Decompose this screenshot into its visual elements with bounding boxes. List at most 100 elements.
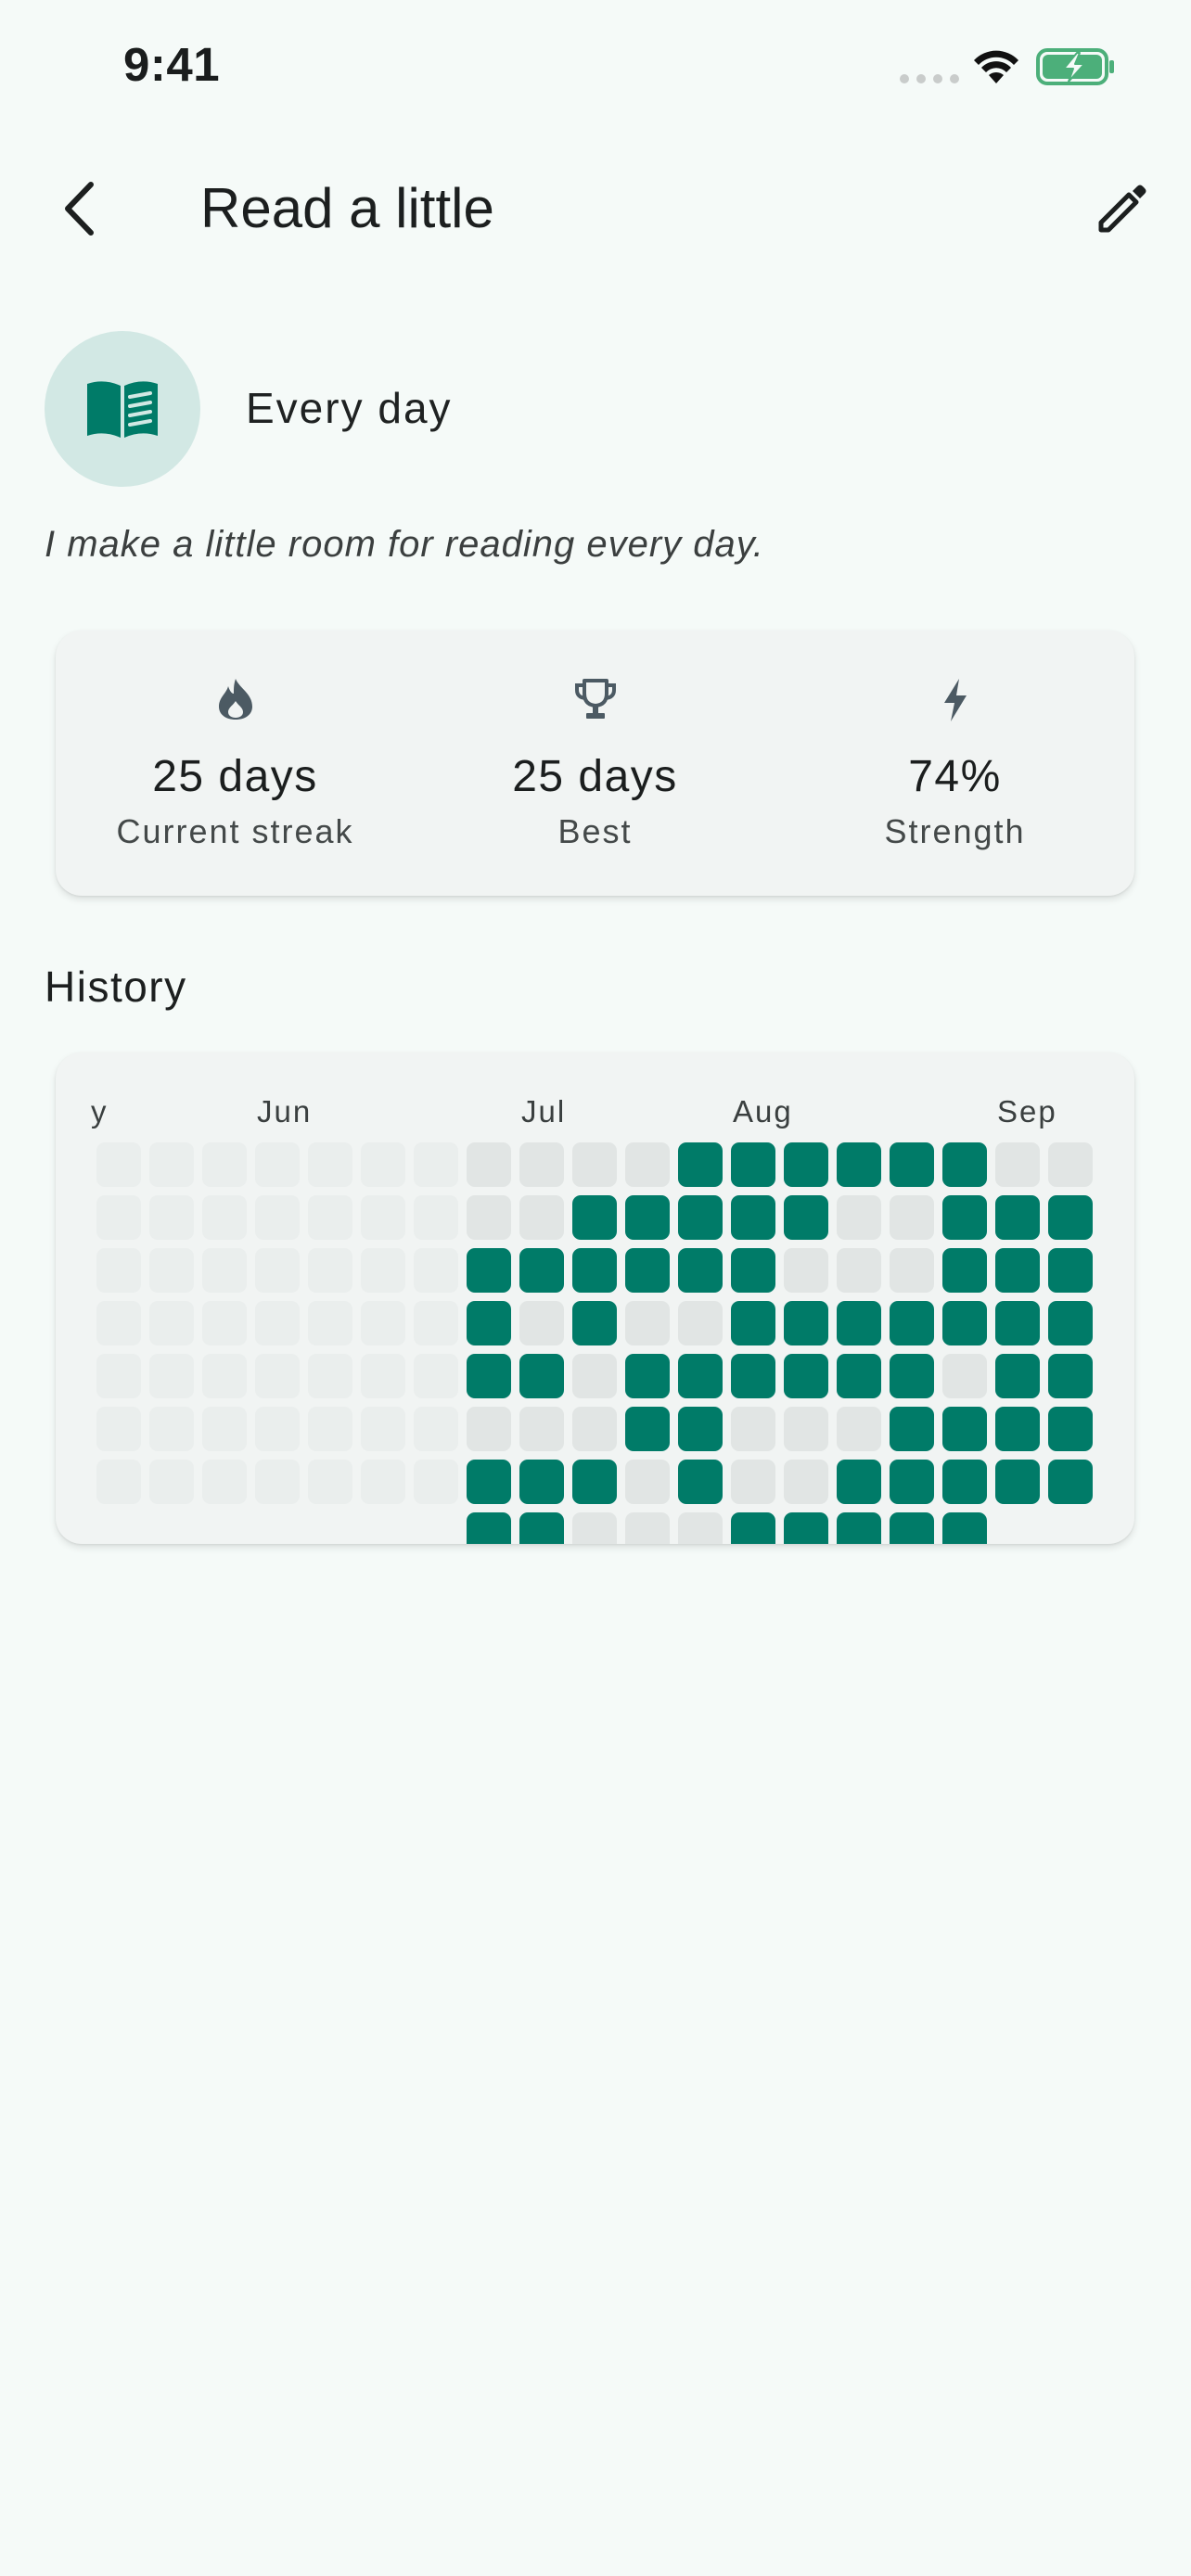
heatmap-cell-done [519,1460,564,1504]
back-button[interactable] [46,167,111,250]
heatmap-cell-missed [519,1142,564,1187]
heatmap-cell-outside [255,1460,300,1504]
heatmap-cell-outside [361,1460,405,1504]
heatmap-cell-missed [837,1248,881,1293]
history-title: History [45,963,187,1011]
heatmap-cell-done [1048,1407,1093,1451]
heatmap-cell-outside [202,1195,247,1240]
heatmap-cell-outside [361,1195,405,1240]
heatmap-cell-outside [255,1248,300,1293]
heatmap-cell-done [625,1195,670,1240]
habit-description: I make a little room for reading every d… [45,524,764,565]
heatmap-cell-outside [308,1407,352,1451]
heatmap-cell-missed [731,1407,775,1451]
heatmap-cell-missed [890,1248,934,1293]
heatmap-cell-done [995,1248,1040,1293]
heatmap-cell-outside [255,1354,300,1398]
heatmap-cell-outside [202,1407,247,1451]
stat-label: Current streak [116,812,354,850]
chevron-left-icon [65,182,94,236]
heatmap-cell-done [784,1195,828,1240]
heatmap-cell-done [678,1248,723,1293]
heatmap-cell-outside [361,1301,405,1345]
heatmap-cell-outside [96,1142,141,1187]
heatmap-cell-outside [361,1407,405,1451]
heatmap-cell-done [467,1301,511,1345]
month-label: Aug [733,1094,793,1129]
heatmap-cell-done [731,1512,775,1544]
heatmap-cell-done [995,1460,1040,1504]
heatmap-cell-done [625,1407,670,1451]
heatmap-cell-done [678,1195,723,1240]
heatmap-cell-done [890,1512,934,1544]
heatmap-cell-missed [572,1512,617,1544]
heatmap-cell-outside [202,1460,247,1504]
heatmap-cell-outside [414,1301,458,1345]
heatmap-cell-outside [96,1354,141,1398]
heatmap-cell-done [942,1248,987,1293]
heatmap-cell-missed [519,1407,564,1451]
heatmap-cell-missed [572,1407,617,1451]
heatmap-cell-missed [572,1354,617,1398]
heatmap-cell-done [572,1195,617,1240]
cellular-signal-icon [900,74,959,83]
heatmap-cell-outside [149,1142,194,1187]
stat-value: 25 days [152,752,318,801]
heatmap-cell-outside [96,1301,141,1345]
heatmap-cell-done [572,1301,617,1345]
stat-strength: 74% Strength [775,631,1134,896]
heatmap-cell-done [678,1142,723,1187]
heatmap-cell-done [467,1460,511,1504]
heatmap-cell-outside [308,1460,352,1504]
wifi-icon [971,48,1021,90]
month-label: Jul [521,1094,567,1129]
stat-best: 25 days Best [416,631,775,896]
heatmap-cell-missed [784,1460,828,1504]
history-card: y Jun Jul Aug Sep [56,1052,1134,1544]
heatmap-cell-outside [255,1407,300,1451]
heatmap-cell-done [784,1301,828,1345]
month-label: y [91,1094,109,1129]
heatmap-cell-done [942,1301,987,1345]
heatmap-cell-done [995,1407,1040,1451]
heatmap-cell-outside [149,1460,194,1504]
heatmap-cell-outside [149,1195,194,1240]
heatmap-cell-done [625,1248,670,1293]
heatmap-cell-missed [625,1142,670,1187]
heatmap-cell-missed [942,1354,987,1398]
heatmap-cell-done [784,1354,828,1398]
heatmap-cell-outside [414,1248,458,1293]
heatmap-cell-outside [96,1195,141,1240]
edit-button[interactable] [1085,172,1159,246]
heatmap-cell-done [942,1512,987,1544]
heatmap-cell-missed [625,1460,670,1504]
heatmap-cell-outside [308,1354,352,1398]
heatmap-cell-done [731,1248,775,1293]
heatmap-cell-outside [308,1248,352,1293]
habit-icon-badge [45,331,200,487]
heatmap-cell-outside [414,1195,458,1240]
heatmap-cell-done [1048,1248,1093,1293]
heatmap-cell-outside [202,1142,247,1187]
heatmap-cell-done [837,1142,881,1187]
heatmap-cell-done [731,1354,775,1398]
heatmap-cell-done [1048,1460,1093,1504]
heatmap-cell-outside [361,1142,405,1187]
heatmap-cell-missed [995,1142,1040,1187]
heatmap-cell-outside [308,1142,352,1187]
heatmap-cell-done [467,1354,511,1398]
stat-value: 25 days [512,752,678,801]
heatmap-cell-outside [149,1248,194,1293]
heatmap-cell-outside [96,1460,141,1504]
heatmap-cell-done [942,1142,987,1187]
heatmap-cell-done [625,1354,670,1398]
battery-charging-icon [1036,47,1116,91]
heatmap-cell-outside [361,1354,405,1398]
heatmap-cell-done [519,1354,564,1398]
heatmap-cell-missed [1048,1142,1093,1187]
heatmap-cell-done [837,1460,881,1504]
heatmap-cell-missed [890,1195,934,1240]
heatmap-cell-done [837,1354,881,1398]
heatmap-cell-done [890,1301,934,1345]
heatmap-cell-outside [414,1142,458,1187]
